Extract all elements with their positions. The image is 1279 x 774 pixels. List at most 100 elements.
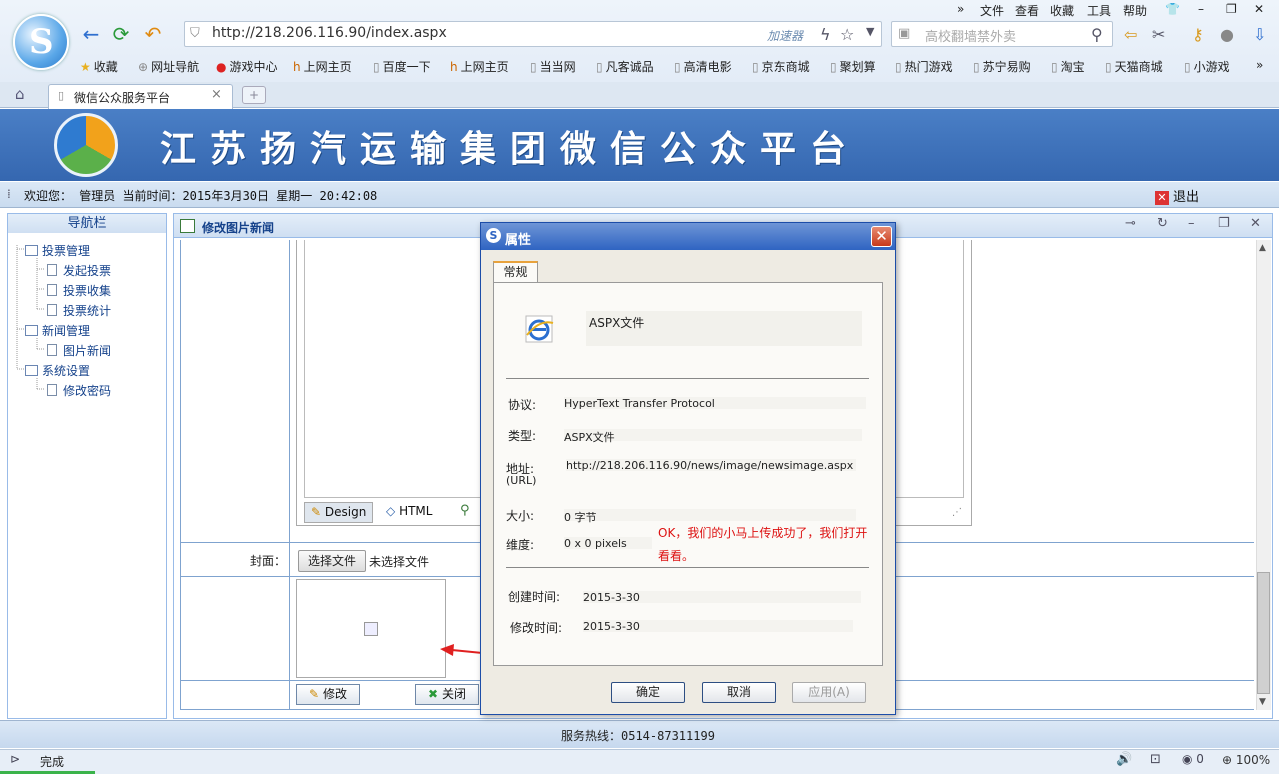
page-icon xyxy=(47,284,57,296)
sidebar-group-settings[interactable]: 系统设置 xyxy=(25,362,90,379)
panel-maximize-icon[interactable]: ❐ xyxy=(1218,216,1230,231)
fav-item[interactable]: ⊕ 网址导航 xyxy=(138,58,199,75)
logout-label: 退出 xyxy=(1173,190,1200,205)
type-value: ASPX文件 xyxy=(564,429,862,444)
scroll-up-icon[interactable]: ▲ xyxy=(1259,243,1266,253)
close-window-icon[interactable]: ✕ xyxy=(1254,2,1264,16)
menu-help[interactable]: 帮助 xyxy=(1123,2,1147,19)
panel-close-icon[interactable]: ✕ xyxy=(1250,216,1261,231)
undo-icon[interactable]: ↶ xyxy=(140,22,166,46)
fav-item[interactable]: h 上网主页 xyxy=(450,58,509,75)
back-icon[interactable]: ← xyxy=(78,22,104,46)
sidebar-group-news[interactable]: 新闻管理 xyxy=(25,322,90,339)
sidebar-item-start-vote[interactable]: 发起投票 xyxy=(47,262,111,279)
fav-item[interactable]: ▯ 百度一下 xyxy=(373,58,431,75)
panel-title: 修改图片新闻 xyxy=(202,221,275,235)
login-icon[interactable]: ⇦ xyxy=(1124,25,1137,44)
menu-expand-icon[interactable]: » xyxy=(957,2,964,16)
form-divider xyxy=(289,240,290,710)
tab-title[interactable]: 微信公众服务平台 xyxy=(74,89,170,106)
resize-grip-icon[interactable]: ⋰ xyxy=(952,507,962,518)
dialog-titlebar[interactable] xyxy=(481,223,895,250)
sidebar-group-vote[interactable]: 投票管理 xyxy=(25,242,90,259)
address-sublabel: (URL) xyxy=(506,474,537,487)
logout-link[interactable]: ✕ 退出 xyxy=(1155,186,1199,205)
refresh-icon[interactable]: ⟳ xyxy=(108,22,134,46)
briefcase-icon[interactable]: ⊡ xyxy=(1150,752,1161,767)
skin-icon[interactable]: 👕 xyxy=(1165,2,1180,16)
minimize-icon[interactable]: – xyxy=(1198,2,1204,16)
search-icon[interactable]: ⚲ xyxy=(1091,25,1103,44)
fav-item[interactable]: ▯ 当当网 xyxy=(530,58,576,75)
menu-file[interactable]: 文件 xyxy=(980,2,1004,19)
sidebar-toggle-icon[interactable]: ⊳ xyxy=(10,752,20,766)
scroll-thumb[interactable] xyxy=(1257,572,1270,694)
fav-more-icon[interactable]: » xyxy=(1256,58,1263,72)
scroll-down-icon[interactable]: ▼ xyxy=(1259,697,1266,707)
key-icon[interactable]: ⚷ xyxy=(1192,25,1204,44)
page-icon xyxy=(47,304,57,316)
close-button[interactable]: ✖ 关闭 xyxy=(415,684,479,705)
zoom-icon: ⊕ xyxy=(1222,753,1233,767)
dialog-close-button[interactable]: ✕ xyxy=(871,226,892,247)
address-text[interactable]: http://218.206.116.90/index.aspx xyxy=(212,25,447,41)
cancel-button[interactable]: 取消 xyxy=(702,682,776,703)
address-dropdown-icon[interactable]: ▼ xyxy=(866,25,874,38)
fav-item[interactable]: ▯ 凡客诚品 xyxy=(596,58,654,75)
choose-file-button[interactable]: 选择文件 xyxy=(298,550,366,572)
sidebar-item-image-news[interactable]: 图片新闻 xyxy=(47,342,111,359)
reload-icon[interactable]: ↻ xyxy=(1157,216,1168,231)
speaker-icon[interactable]: 🔊 xyxy=(1116,752,1132,767)
browser-logo[interactable]: S xyxy=(13,14,69,70)
menu-tools[interactable]: 工具 xyxy=(1087,2,1111,19)
fav-item[interactable]: ▯ 小游戏 xyxy=(1184,58,1230,75)
scissors-icon[interactable]: ✂ xyxy=(1152,25,1165,44)
fav-item[interactable]: ▯ 天猫商城 xyxy=(1105,58,1163,75)
address-value: http://218.206.116.90/news/image/newsima… xyxy=(566,459,856,472)
zoom-level[interactable]: ⊕ 100% xyxy=(1222,753,1270,767)
sidebar-item-vote-stats[interactable]: 投票统计 xyxy=(47,302,111,319)
tab-design[interactable]: ✎ Design xyxy=(304,502,374,523)
download-icon[interactable]: ⇩ xyxy=(1253,25,1266,44)
fav-item[interactable]: ▯ 淘宝 xyxy=(1051,58,1085,75)
ok-button[interactable]: 确定 xyxy=(611,682,685,703)
fav-item[interactable]: ▯ 苏宁易购 xyxy=(973,58,1031,75)
home-icon[interactable]: ⌂ xyxy=(15,85,25,103)
type-label: 类型: xyxy=(508,429,537,443)
accelerator-label[interactable]: 加速器 xyxy=(767,27,803,44)
apply-button[interactable]: 应用(A) xyxy=(792,682,866,703)
new-tab-button[interactable]: + xyxy=(242,86,266,104)
sidebar-item-vote-collect[interactable]: 投票收集 xyxy=(47,282,111,299)
preview-icon[interactable]: ⚲ xyxy=(460,503,470,518)
fav-item[interactable]: ● 游戏中心 xyxy=(216,58,278,75)
dimensions-value: 0 x 0 pixels xyxy=(564,537,652,550)
adblock-icon[interactable]: ◉ 0 xyxy=(1182,752,1204,766)
code-icon: ◇ xyxy=(386,504,396,518)
fav-item[interactable]: h 上网主页 xyxy=(293,58,352,75)
search-input[interactable]: 高校翻墙禁外卖 xyxy=(925,26,1016,45)
fav-item[interactable]: ▯ 热门游戏 xyxy=(895,58,953,75)
pencil-icon: ✎ xyxy=(311,505,322,519)
size-label: 大小: xyxy=(506,509,535,523)
modified-label: 修改时间: xyxy=(510,621,563,635)
service-hotline: 服务热线：0514-87311199 xyxy=(561,729,715,743)
modify-button[interactable]: ✎ 修改 xyxy=(296,684,360,705)
search-engine-icon[interactable]: ▣ xyxy=(898,26,910,41)
sidebar-item-change-password[interactable]: 修改密码 xyxy=(47,382,111,399)
menu-favorites[interactable]: 收藏 xyxy=(1050,2,1074,19)
more-icon[interactable]: ● xyxy=(1220,25,1234,44)
fav-item[interactable]: ▯ 京东商城 xyxy=(752,58,810,75)
tab-html[interactable]: ◇ HTML xyxy=(380,502,438,523)
star-icon[interactable]: ☆ xyxy=(840,25,854,44)
pin-icon[interactable]: ⊸ xyxy=(1125,216,1136,231)
fav-item[interactable]: ▯ 聚划算 xyxy=(830,58,876,75)
tab-general[interactable]: 常规 xyxy=(493,261,538,283)
tab-close-icon[interactable]: × xyxy=(211,87,222,102)
menu-view[interactable]: 查看 xyxy=(1015,2,1039,19)
file-name-field[interactable]: ASPX文件 xyxy=(586,311,862,346)
restore-icon[interactable]: ❐ xyxy=(1226,2,1237,16)
panel-minimize-icon[interactable]: – xyxy=(1188,216,1195,231)
fav-item[interactable]: ▯ 高清电影 xyxy=(674,58,732,75)
lightning-icon[interactable]: ϟ xyxy=(820,25,831,44)
fav-item[interactable]: ★ 收藏 xyxy=(80,58,118,75)
